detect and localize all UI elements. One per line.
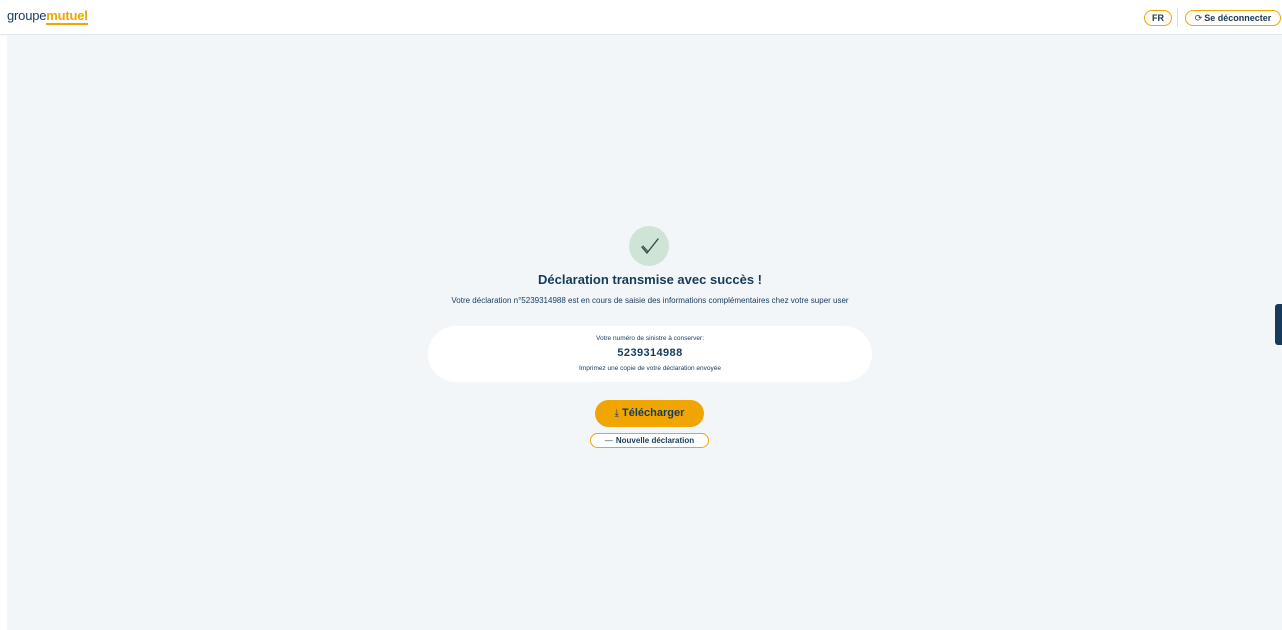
claim-number-card: Votre numéro de sinistre à conserver: 52… [428,326,872,382]
side-feedback-tab[interactable] [1275,304,1282,345]
header-divider [1177,9,1178,27]
claim-number-value: 5239314988 [617,347,683,359]
success-check-icon [629,226,669,266]
logout-label: Se déconnecter [1204,13,1272,23]
download-button[interactable]: ⤓ Télécharger [595,400,704,427]
logout-icon: ⟳ [1194,13,1203,23]
check-icon [641,238,659,254]
logo-text-groupe: groupe [7,8,47,23]
download-label: Télécharger [622,407,685,419]
minus-icon: — [604,436,613,445]
logout-button[interactable]: ⟳ Se déconnecter [1185,10,1281,26]
print-hint: Imprimez une copie de votre déclaration … [579,365,721,372]
new-declaration-label: Nouvelle déclaration [615,436,695,445]
app-header: groupemutuel FR ⟳ Se déconnecter [0,0,1282,35]
new-declaration-button[interactable]: — Nouvelle déclaration [590,433,709,448]
language-button[interactable]: FR [1144,10,1172,26]
logo-text-mutuel: mutuel [46,8,88,25]
language-label: FR [1152,13,1164,23]
groupe-mutuel-logo[interactable]: groupemutuel [7,8,88,25]
download-icon: ⤓ [614,408,620,419]
claim-number-label: Votre numéro de sinistre à conserver: [595,335,705,342]
confirmation-title: Déclaration transmise avec succès ! [537,272,762,287]
confirmation-message: Votre déclaration n°5239314988 est en co… [451,296,849,305]
